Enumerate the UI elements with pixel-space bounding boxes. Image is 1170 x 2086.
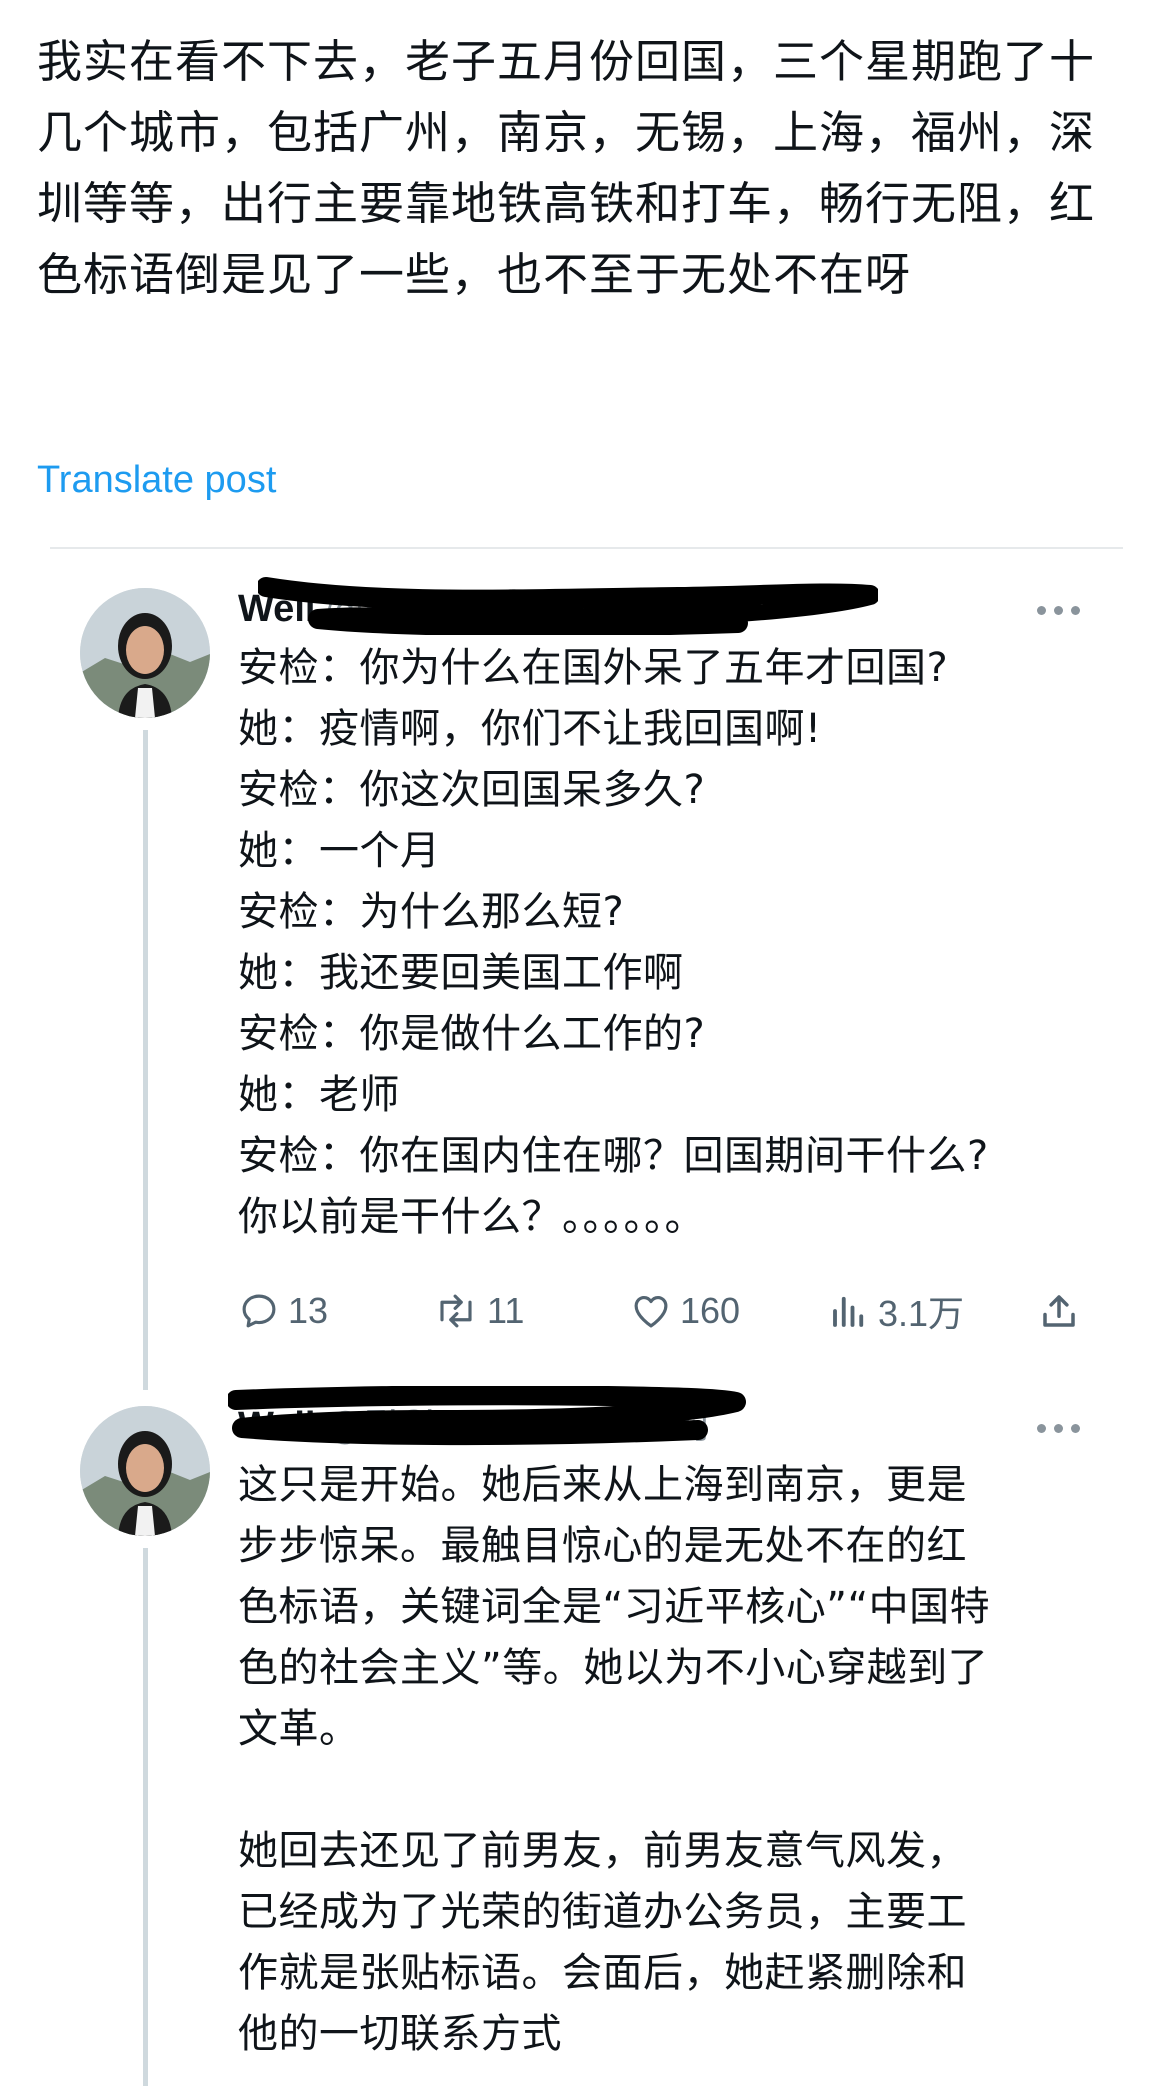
handle-and-time[interactable]: @El... · 3小时 <box>325 586 570 630</box>
thread-line <box>143 1548 148 2086</box>
line: 安检：为什么那么短? <box>238 889 625 935</box>
divider <box>50 547 1123 549</box>
line: 安检：你为什么在国外呆了五年才回国? <box>238 645 949 691</box>
line: 她：我还要回美国工作啊 <box>238 950 684 996</box>
display-name[interactable]: Weii <box>238 1405 315 1447</box>
line: 安检：你在国内住在哪？回国期间干什么? <box>238 1133 989 1179</box>
views-icon <box>833 1296 864 1327</box>
avatar[interactable] <box>80 1406 210 1536</box>
like-count: 160 <box>680 1290 741 1331</box>
paragraph: 她回去还见了前男友，前男友意气风发， 已经成为了光荣的街道办公务员，主要工 作就… <box>238 1828 967 2057</box>
translate-post-link[interactable]: Translate post <box>37 455 276 505</box>
like-button[interactable]: 160 <box>630 1281 740 1341</box>
handle-and-time[interactable]: @ElCh...asa5 · 6小时 <box>325 1403 711 1447</box>
views-button[interactable]: 3.1万 <box>828 1281 964 1341</box>
more-icon[interactable] <box>1033 1408 1087 1448</box>
repost-button[interactable]: 11 <box>433 1281 524 1341</box>
reply-header: Weii @ElCh...asa5 · 6小时 <box>238 1395 1058 1455</box>
reply-icon <box>242 1294 276 1328</box>
paragraph: 这只是开始。她后来从上海到南京，更是 步步惊呆。最触目惊心的是无处不在的红 色标… <box>238 1462 991 1752</box>
repost-icon <box>440 1294 472 1328</box>
views-count: 3.1万 <box>878 1293 965 1334</box>
thread-line <box>143 730 148 1390</box>
line: 安检：你是做什么工作的? <box>238 1011 706 1057</box>
line: 你以前是干什么？。。。。。。 <box>238 1194 705 1240</box>
more-icon[interactable] <box>1033 590 1087 630</box>
share-button[interactable] <box>1038 1281 1080 1341</box>
line: 安检：你这次回国呆多久? <box>238 767 706 813</box>
display-name[interactable]: Weii <box>238 588 315 630</box>
line: 她：一个月 <box>238 828 441 874</box>
repost-count: 11 <box>487 1290 525 1331</box>
line: 她：疫情啊，你们不让我回国啊! <box>238 706 822 752</box>
reply-count: 13 <box>288 1290 329 1331</box>
reply-body: 安检：你为什么在国外呆了五年才回国? 她：疫情啊，你们不让我回国啊! 安检：你这… <box>238 638 1108 1248</box>
action-bar: 13 11 160 3.1万 <box>238 1281 1098 1341</box>
reply-button[interactable]: 13 <box>238 1281 328 1341</box>
reply-body: 这只是开始。她后来从上海到南京，更是 步步惊呆。最触目惊心的是无处不在的红 色标… <box>238 1455 1108 2065</box>
like-icon <box>634 1295 668 1328</box>
line: 她：老师 <box>238 1072 400 1118</box>
share-icon <box>1043 1295 1075 1327</box>
main-post-text: 我实在看不下去，老子五月份回国，三个星期跑了十几个城市，包括广州，南京，无锡，上… <box>37 35 1096 301</box>
avatar[interactable] <box>80 588 210 718</box>
reply-header: Weii @El... · 3小时 <box>238 578 1058 638</box>
